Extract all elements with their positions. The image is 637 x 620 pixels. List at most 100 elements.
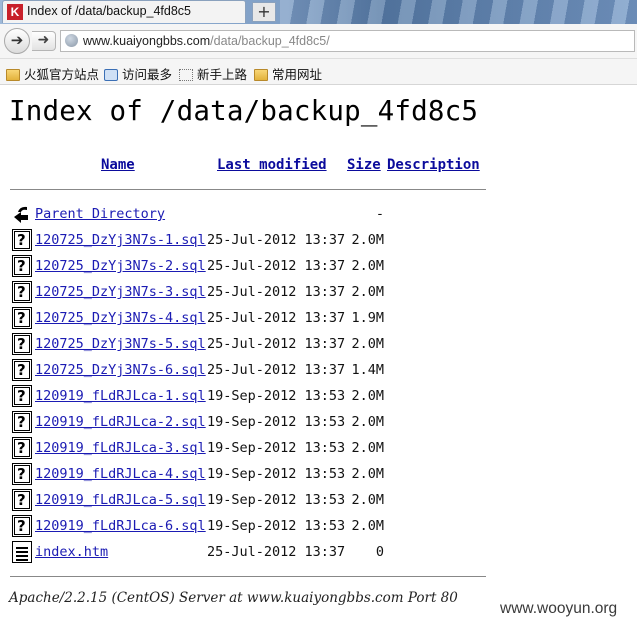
bookmark-label: 访问最多 — [122, 68, 173, 82]
file-modified: 19-Sep-2012 13:53 — [207, 440, 346, 456]
file-link[interactable]: 120919_fLdRJLca-4.sql — [35, 466, 206, 482]
tab-strip: K Index of /data/backup_4fd8c5 + — [0, 0, 637, 24]
bookmark-item[interactable]: 新手上路 — [179, 64, 248, 82]
file-row: index.htm 25-Jul-2012 13:37 0 — [10, 541, 490, 567]
file-modified: 25-Jul-2012 13:37 — [207, 232, 346, 248]
bookmark-label: 新手上路 — [197, 68, 248, 82]
file-link[interactable]: 120725_DzYj3N7s-3.sql — [35, 284, 206, 300]
parent-directory-link[interactable]: Parent Directory — [35, 206, 165, 222]
unknown-file-icon: ? — [12, 281, 32, 303]
column-header-description[interactable]: Description — [387, 157, 480, 173]
unknown-file-icon: ? — [12, 307, 32, 329]
file-modified: 25-Jul-2012 13:37 — [207, 544, 346, 560]
column-header-size[interactable]: Size — [347, 157, 381, 173]
file-modified: 19-Sep-2012 13:53 — [207, 492, 346, 508]
unknown-file-icon: ? — [12, 255, 32, 277]
file-row: ? 120725_DzYj3N7s-2.sql 25-Jul-2012 13:37 2… — [10, 255, 490, 281]
back-arrow-icon: ➔ — [10, 31, 24, 49]
unknown-file-icon: ? — [12, 333, 32, 355]
file-row: ? 120919_fLdRJLca-3.sql 19-Sep-2012 13:53 2… — [10, 437, 490, 463]
file-row: ? 120725_DzYj3N7s-6.sql 25-Jul-2012 13:37 1… — [10, 359, 490, 385]
file-modified: 19-Sep-2012 13:53 — [207, 518, 346, 534]
page-title: Index of /data/backup_4fd8c5 — [9, 95, 479, 127]
file-size: 2.0M — [351, 336, 384, 352]
url-path: /data/backup_4fd8c5/ — [210, 34, 330, 48]
file-size: 2.0M — [351, 440, 384, 456]
bookmark-label: 常用网址 — [272, 68, 323, 82]
file-size: 1.9M — [351, 310, 384, 326]
bookmark-item[interactable]: 火狐官方站点 — [6, 64, 100, 82]
forward-arrow-icon: ➜ — [37, 32, 50, 48]
bookmark-label: 火狐官方站点 — [24, 68, 100, 82]
folder-icon — [254, 69, 268, 81]
bookmark-item[interactable]: 常用网址 — [254, 64, 323, 82]
url-bar[interactable]: www.kuaiyongbbs.com/data/backup_4fd8c5/ — [60, 30, 635, 52]
file-link[interactable]: 120919_fLdRJLca-3.sql — [35, 440, 206, 456]
file-link[interactable]: 120725_DzYj3N7s-2.sql — [35, 258, 206, 274]
unknown-file-icon: ? — [12, 515, 32, 537]
file-link[interactable]: 120725_DzYj3N7s-6.sql — [35, 362, 206, 378]
file-modified: 25-Jul-2012 13:37 — [207, 362, 346, 378]
file-row: ? 120919_fLdRJLca-5.sql 19-Sep-2012 13:53 2… — [10, 489, 490, 515]
url-text[interactable]: www.kuaiyongbbs.com/data/backup_4fd8c5/ — [83, 34, 330, 48]
url-host: www.kuaiyongbbs.com — [83, 34, 211, 48]
tab-title: Index of /data/backup_4fd8c5 — [27, 4, 192, 18]
file-modified: 25-Jul-2012 13:37 — [207, 258, 346, 274]
file-size: 2.0M — [351, 518, 384, 534]
page-content: Index of /data/backup_4fd8c5 Name Last m… — [0, 85, 637, 620]
site-favicon-icon: K — [7, 4, 23, 20]
file-link[interactable]: 120725_DzYj3N7s-1.sql — [35, 232, 206, 248]
file-row: ? 120919_fLdRJLca-6.sql 19-Sep-2012 13:53 2… — [10, 515, 490, 541]
bookmarks-toolbar: 火狐官方站点 访问最多 新手上路 常用网址 — [0, 59, 637, 85]
file-row: ? 120725_DzYj3N7s-3.sql 25-Jul-2012 13:37 2… — [10, 281, 490, 307]
back-folder-icon — [14, 206, 28, 223]
unknown-file-icon: ? — [12, 489, 32, 511]
forward-button[interactable]: ➜ — [32, 31, 56, 51]
file-modified: 19-Sep-2012 13:53 — [207, 388, 346, 404]
unknown-file-icon: ? — [12, 463, 32, 485]
file-link[interactable]: 120919_fLdRJLca-1.sql — [35, 388, 206, 404]
file-modified: 25-Jul-2012 13:37 — [207, 284, 346, 300]
file-modified: 19-Sep-2012 13:53 — [207, 414, 346, 430]
file-size: 2.0M — [351, 232, 384, 248]
file-link[interactable]: 120725_DzYj3N7s-4.sql — [35, 310, 206, 326]
file-row: ? 120919_fLdRJLca-2.sql 19-Sep-2012 13:53 2… — [10, 411, 490, 437]
unknown-file-icon: ? — [12, 385, 32, 407]
dotted-page-icon — [179, 69, 193, 81]
file-size: - — [375, 206, 384, 222]
file-modified: 19-Sep-2012 13:53 — [207, 466, 346, 482]
file-link[interactable]: 120919_fLdRJLca-5.sql — [35, 492, 206, 508]
tab-strip-background — [280, 0, 637, 24]
file-link[interactable]: 120919_fLdRJLca-2.sql — [35, 414, 206, 430]
column-header-name[interactable]: Name — [101, 157, 135, 173]
search-bookmark-icon — [104, 69, 118, 81]
file-size: 2.0M — [351, 388, 384, 404]
globe-icon — [65, 34, 78, 47]
file-link[interactable]: 120725_DzYj3N7s-5.sql — [35, 336, 206, 352]
folder-icon — [6, 69, 20, 81]
file-link[interactable]: index.htm — [35, 544, 108, 560]
file-link[interactable]: 120919_fLdRJLca-6.sql — [35, 518, 206, 534]
file-row: ? 120725_DzYj3N7s-5.sql 25-Jul-2012 13:37 2… — [10, 333, 490, 359]
new-tab-button[interactable]: + — [252, 2, 276, 22]
bookmark-item[interactable]: 访问最多 — [104, 64, 173, 82]
footer-divider — [10, 576, 486, 577]
header-divider — [10, 189, 486, 190]
unknown-file-icon: ? — [12, 359, 32, 381]
column-header-last-modified[interactable]: Last modified — [217, 157, 327, 173]
watermark-text: www.wooyun.org — [500, 600, 618, 617]
parent-directory-row: Parent Directory - — [10, 203, 490, 229]
file-size: 2.0M — [351, 414, 384, 430]
file-row: ? 120919_fLdRJLca-4.sql 19-Sep-2012 13:53 2… — [10, 463, 490, 489]
tab-active[interactable]: K Index of /data/backup_4fd8c5 — [2, 0, 246, 23]
file-row: ? 120919_fLdRJLca-1.sql 19-Sep-2012 13:53 2… — [10, 385, 490, 411]
unknown-file-icon: ? — [12, 437, 32, 459]
file-size: 2.0M — [351, 258, 384, 274]
file-size: 2.0M — [351, 466, 384, 482]
file-size: 1.4M — [351, 362, 384, 378]
file-size: 2.0M — [351, 284, 384, 300]
text-file-icon — [12, 541, 32, 563]
back-button[interactable]: ➔ — [4, 28, 30, 54]
unknown-file-icon: ? — [12, 229, 32, 251]
file-modified: 25-Jul-2012 13:37 — [207, 336, 346, 352]
